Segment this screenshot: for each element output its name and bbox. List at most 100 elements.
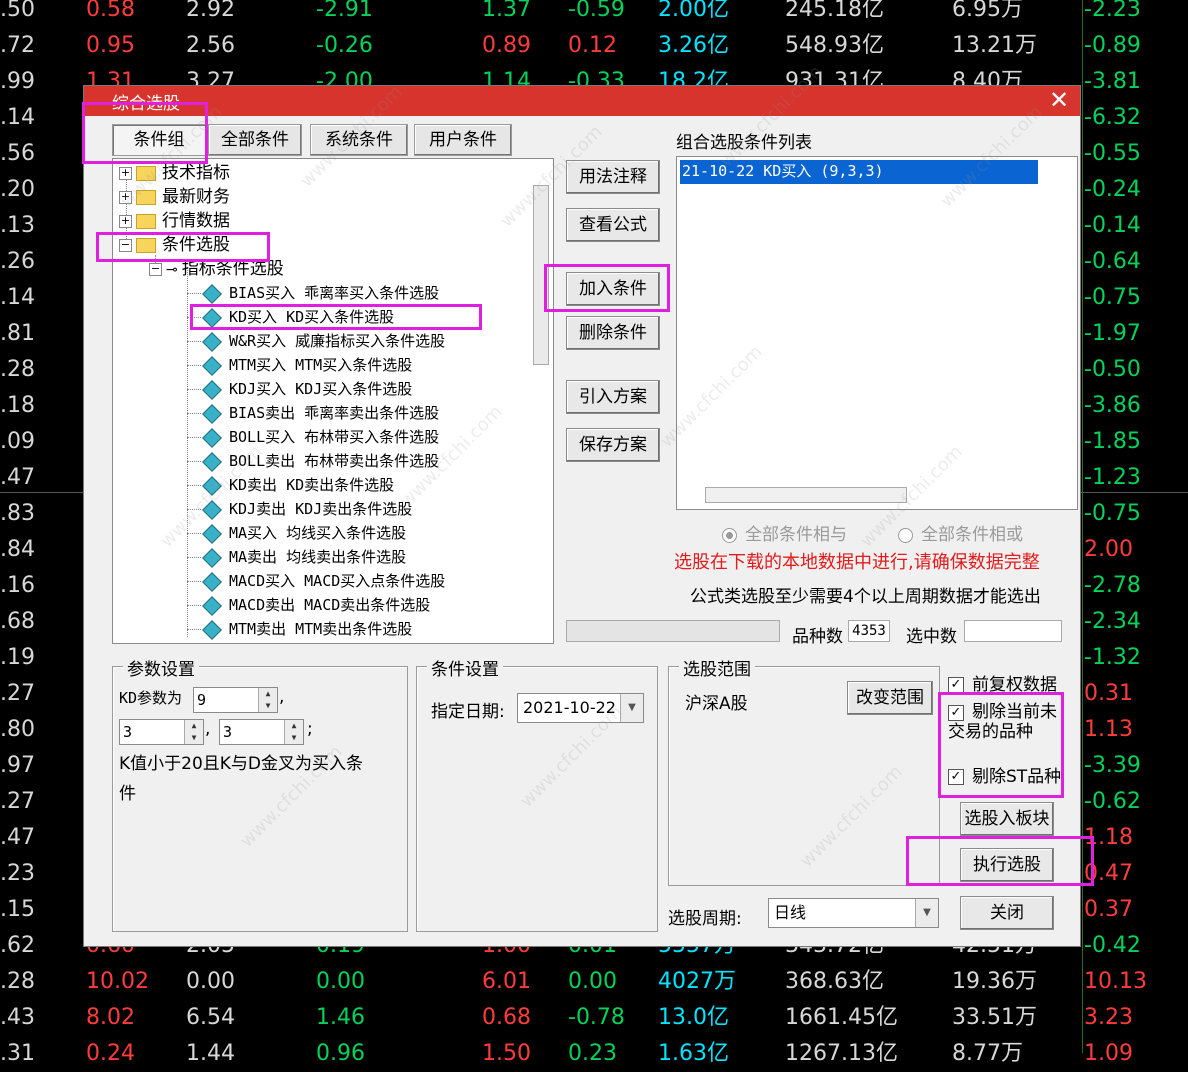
tree-leaf-item[interactable]: BIAS买入 乖离率买入条件选股 [187, 281, 439, 305]
kd-param-input[interactable]: 9 ▲ ▼ [193, 687, 278, 713]
condition-icon [202, 379, 222, 400]
key-icon: ⊸ [166, 262, 178, 278]
condition-icon [202, 331, 222, 352]
table-cell: 6.54 [186, 1005, 235, 1030]
add-to-block-button[interactable]: 选股入板块 [960, 802, 1054, 836]
table-cell: 2.56 [186, 33, 235, 58]
table-cell: -0.24 [1084, 177, 1141, 202]
chevron-down-icon[interactable]: ▼ [915, 899, 938, 927]
table-cell: 19.36万 [952, 969, 1037, 994]
warning-text: 选股在下载的本地数据中进行,请确保数据完整 [674, 552, 1040, 573]
tab-user-conditions[interactable]: 用户条件 [414, 124, 512, 156]
tree-connector [187, 413, 201, 414]
table-cell: -2.91 [316, 0, 373, 22]
count-value: 4353 [848, 620, 890, 642]
date-picker[interactable]: 2021-10-22 ▼ [517, 693, 644, 723]
spin-buttons[interactable]: ▲ ▼ [284, 720, 303, 744]
tree-connector [187, 557, 201, 558]
radio-and-label: 全部条件相与 [745, 525, 847, 545]
table-cell: -1.97 [1084, 321, 1141, 346]
condition-icon [202, 547, 222, 568]
tree-leaf-item[interactable]: MTM卖出 MTM卖出条件选股 [187, 617, 412, 641]
view-formula-button[interactable]: 查看公式 [566, 208, 660, 242]
table-row[interactable]: .43 8.02 6.54 1.46 0.68 -0.78 13.0亿 1661.45亿 33.… [0, 1000, 1188, 1036]
condition-icon [202, 283, 222, 304]
table-row[interactable]: .72 0.95 2.56 -0.26 0.89 0.12 3.26亿 548.93亿 13.2… [0, 28, 1188, 64]
title-bar[interactable]: 综合选股 ✕ [84, 86, 1080, 116]
tree-connector [187, 581, 201, 582]
tree-leaf-label: MACD买入 MACD买入点条件选股 [229, 572, 446, 590]
table-row[interactable]: .28 10.02 0.00 0.00 6.01 0.00 4027万 368.63亿 19.3… [0, 964, 1188, 1000]
usage-notes-button[interactable]: 用法注释 [566, 160, 660, 194]
radio-and[interactable]: 全部条件相与 [722, 520, 847, 545]
tree-leaf-item[interactable]: MACD买入 MACD买入点条件选股 [187, 569, 445, 593]
condition-list[interactable]: 21-10-22 KD买入 (9,3,3) [676, 156, 1078, 510]
radio-dot[interactable] [898, 527, 913, 543]
tree-connector [187, 365, 201, 366]
table-cell: 0.37 [1084, 897, 1133, 922]
tree-leaf-item[interactable]: MACD卖出 MACD卖出条件选股 [187, 593, 430, 617]
period-value: 日线 [774, 903, 807, 922]
column-divider [1082, 0, 1083, 1053]
spin-buttons[interactable]: ▲ ▼ [258, 688, 277, 712]
table-cell: -3.39 [1084, 753, 1141, 778]
table-cell: 13.21万 [952, 33, 1037, 58]
highlight-box [544, 264, 670, 312]
delete-condition-button[interactable]: 删除条件 [566, 316, 660, 350]
period-select[interactable]: 日线 ▼ [768, 898, 939, 928]
change-scope-button[interactable]: 改变范围 [847, 681, 933, 715]
condition-icon [202, 403, 222, 424]
table-cell: -0.59 [568, 0, 625, 22]
param3-input[interactable]: 3 ▲ ▼ [219, 719, 304, 745]
param2-input[interactable]: 3 ▲ ▼ [119, 719, 204, 745]
table-row[interactable]: .31 0.24 1.44 0.96 1.50 0.23 1.63亿 1267.13亿 8.77… [0, 1036, 1188, 1072]
tree-connector [187, 629, 201, 630]
tree-leaf-item[interactable]: KDJ买入 KDJ买入条件选股 [187, 377, 412, 401]
close-icon[interactable]: ✕ [1046, 87, 1072, 113]
date-label: 指定日期: [431, 702, 505, 722]
tree-leaf-item[interactable]: MA卖出 均线卖出条件选股 [187, 545, 406, 569]
import-plan-button[interactable]: 引入方案 [566, 380, 660, 414]
spin-buttons[interactable]: ▲ ▼ [184, 720, 203, 744]
tree-leaf-item[interactable]: W&R买入 威廉指标买入条件选股 [187, 329, 445, 353]
highlight-box [938, 692, 1064, 798]
save-plan-button[interactable]: 保存方案 [566, 428, 660, 462]
tree-node-market-data[interactable]: + 行情数据 [119, 209, 230, 233]
expand-icon[interactable]: + [119, 214, 132, 228]
table-cell: 548.93亿 [785, 33, 884, 58]
radio-or[interactable]: 全部条件相或 [898, 520, 1023, 545]
tree-leaf-item[interactable]: MA买入 均线买入条件选股 [187, 521, 406, 545]
table-cell: .28 [0, 357, 35, 382]
close-button[interactable]: 关闭 [960, 896, 1054, 930]
table-cell: 13.0亿 [658, 1005, 729, 1030]
tree-leaf-item[interactable]: BIAS卖出 乖离率卖出条件选股 [187, 401, 439, 425]
table-cell: 2.00亿 [658, 0, 729, 22]
table-cell: 1.63亿 [658, 1041, 729, 1066]
tree-leaf-label: W&R买入 威廉指标买入条件选股 [229, 332, 446, 350]
tree-leaf-item[interactable]: BOLL买入 布林带买入条件选股 [187, 425, 439, 449]
highlight-box [190, 304, 482, 330]
table-cell: 2.00 [1084, 537, 1133, 562]
expand-icon[interactable]: + [119, 166, 132, 180]
table-cell: -0.26 [316, 33, 373, 58]
table-cell: .99 [0, 69, 35, 94]
table-cell: .62 [0, 933, 35, 958]
checkbox-icon[interactable]: ✓ [948, 677, 964, 693]
condition-tree[interactable]: + 技术指标 + 最新财务 + 行情数据 − 条件选股 − ⊸ 指标条件选股 BIAS买入 … [112, 158, 554, 644]
table-cell: .80 [0, 717, 35, 742]
table-cell: 3.26亿 [658, 33, 729, 58]
radio-dot[interactable] [722, 527, 737, 543]
table-cell: 8.77万 [952, 1041, 1023, 1066]
table-cell: 0.00 [568, 969, 617, 994]
tree-leaf-label: BIAS买入 乖离率买入条件选股 [229, 284, 440, 302]
kd-param-label: KD参数为 [119, 689, 183, 707]
tab-all-conditions[interactable]: 全部条件 [208, 124, 302, 156]
selected-label: 选中数 [906, 627, 957, 647]
table-cell: 0.58 [86, 0, 135, 22]
table-cell: -0.62 [1084, 789, 1141, 814]
table-row[interactable]: .50 0.58 2.92 -2.91 1.37 -0.59 2.00亿 245.18亿 6.9… [0, 0, 1188, 28]
tree-leaf-item[interactable]: MTM买入 MTM买入条件选股 [187, 353, 412, 377]
table-cell: -0.75 [1084, 285, 1141, 310]
collapse-icon[interactable]: − [149, 262, 162, 276]
condition-list-scrollbar[interactable] [705, 487, 907, 503]
